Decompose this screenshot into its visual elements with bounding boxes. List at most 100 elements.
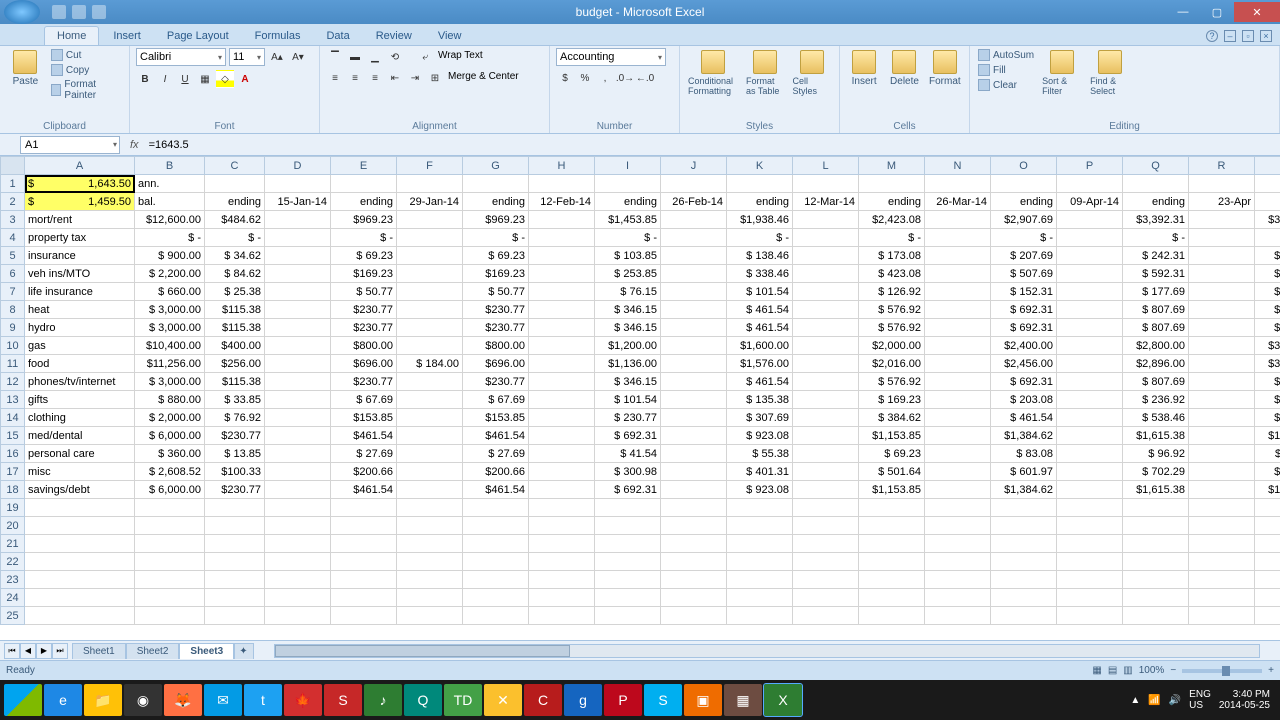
cell-O2[interactable]: ending [991,193,1057,211]
cell-R21[interactable] [1189,535,1255,553]
cell-P23[interactable] [1057,571,1123,589]
cell-B10[interactable]: $10,400.00 [135,337,205,355]
cell-A15[interactable]: med/dental [25,427,135,445]
view-layout-icon[interactable]: ▤ [1108,665,1117,676]
cell-P12[interactable] [1057,373,1123,391]
cell-N19[interactable] [925,499,991,517]
number-format-combo[interactable]: Accounting [556,48,666,66]
cell-J19[interactable] [661,499,727,517]
cell-G8[interactable]: $230.77 [463,301,529,319]
cell-L18[interactable] [793,481,859,499]
cell-G18[interactable]: $461.54 [463,481,529,499]
cell-K18[interactable]: $ 923.08 [727,481,793,499]
shrink-font-button[interactable]: A▾ [289,48,307,66]
cell-I20[interactable] [595,517,661,535]
cell-I14[interactable]: $ 230.77 [595,409,661,427]
col-header-K[interactable]: K [727,157,793,175]
cell-R23[interactable] [1189,571,1255,589]
network-icon[interactable]: 📶 [1148,695,1160,706]
cell-Q6[interactable]: $ 592.31 [1123,265,1189,283]
col-header-I[interactable]: I [595,157,661,175]
cell-C5[interactable]: $ 34.62 [205,247,265,265]
cell-H2[interactable]: 12-Feb-14 [529,193,595,211]
cell-Q13[interactable]: $ 236.92 [1123,391,1189,409]
cell-R24[interactable] [1189,589,1255,607]
font-family-combo[interactable]: Calibri [136,48,226,66]
cell-S14[interactable]: $ 615.38 [1255,409,1280,427]
cell-N14[interactable] [925,409,991,427]
cell-K2[interactable]: ending [727,193,793,211]
cell-A1[interactable]: 1,643.50 [25,175,135,193]
cell-B15[interactable]: $ 6,000.00 [135,427,205,445]
cell-R20[interactable] [1189,517,1255,535]
cell-O1[interactable] [991,175,1057,193]
cell-L5[interactable] [793,247,859,265]
cell-H4[interactable] [529,229,595,247]
cell-P17[interactable] [1057,463,1123,481]
col-header-B[interactable]: B [135,157,205,175]
cell-H14[interactable] [529,409,595,427]
cell-P20[interactable] [1057,517,1123,535]
cell-Q2[interactable]: ending [1123,193,1189,211]
cell-Q3[interactable]: $3,392.31 [1123,211,1189,229]
cell-S2[interactable] [1255,193,1280,211]
cell-N3[interactable] [925,211,991,229]
cell-R8[interactable] [1189,301,1255,319]
cell-J16[interactable] [661,445,727,463]
cell-H11[interactable] [529,355,595,373]
align-right-button[interactable]: ≡ [366,69,384,87]
col-header-F[interactable]: F [397,157,463,175]
cell-E22[interactable] [331,553,397,571]
row-header-22[interactable]: 22 [1,553,25,571]
cell-H10[interactable] [529,337,595,355]
cell-M9[interactable]: $ 576.92 [859,319,925,337]
cell-I22[interactable] [595,553,661,571]
col-header-J[interactable]: J [661,157,727,175]
cell-B18[interactable]: $ 6,000.00 [135,481,205,499]
cell-G25[interactable] [463,607,529,625]
cell-O25[interactable] [991,607,1057,625]
cell-R19[interactable] [1189,499,1255,517]
cell-P7[interactable] [1057,283,1123,301]
orientation-button[interactable]: ⟲ [386,48,404,66]
cell-S4[interactable]: $ - [1255,229,1280,247]
cell-I5[interactable]: $ 103.85 [595,247,661,265]
cell-P19[interactable] [1057,499,1123,517]
cell-H3[interactable] [529,211,595,229]
border-button[interactable]: ▦ [196,70,214,88]
save-icon[interactable] [52,5,66,19]
cell-I2[interactable]: ending [595,193,661,211]
cell-M15[interactable]: $1,153.85 [859,427,925,445]
cell-M10[interactable]: $2,000.00 [859,337,925,355]
cell-P9[interactable] [1057,319,1123,337]
row-header-1[interactable]: 1 [1,175,25,193]
cell-O16[interactable]: $ 83.08 [991,445,1057,463]
cell-Q23[interactable] [1123,571,1189,589]
cell-I24[interactable] [595,589,661,607]
cell-I7[interactable]: $ 76.15 [595,283,661,301]
cell-O8[interactable]: $ 692.31 [991,301,1057,319]
cell-D12[interactable] [265,373,331,391]
cell-Q10[interactable]: $2,800.00 [1123,337,1189,355]
cell-G3[interactable]: $969.23 [463,211,529,229]
cell-F10[interactable] [397,337,463,355]
format-table-button[interactable]: Format as Table [744,48,786,98]
cell-B9[interactable]: $ 3,000.00 [135,319,205,337]
cell-E19[interactable] [331,499,397,517]
cell-F3[interactable] [397,211,463,229]
cell-S10[interactable]: $3,200.00 [1255,337,1280,355]
cell-E16[interactable]: $ 27.69 [331,445,397,463]
col-header-H[interactable]: H [529,157,595,175]
cell-H22[interactable] [529,553,595,571]
cell-P6[interactable] [1057,265,1123,283]
cell-S3[interactable]: $3,876.92 [1255,211,1280,229]
cell-D14[interactable] [265,409,331,427]
taskbar-app3-icon[interactable]: ♪ [364,684,402,716]
cell-A5[interactable]: insurance [25,247,135,265]
cell-J21[interactable] [661,535,727,553]
grow-font-button[interactable]: A▴ [268,48,286,66]
cell-O20[interactable] [991,517,1057,535]
next-sheet-button[interactable]: ▶ [36,643,52,659]
col-header-O[interactable]: O [991,157,1057,175]
cell-I21[interactable] [595,535,661,553]
